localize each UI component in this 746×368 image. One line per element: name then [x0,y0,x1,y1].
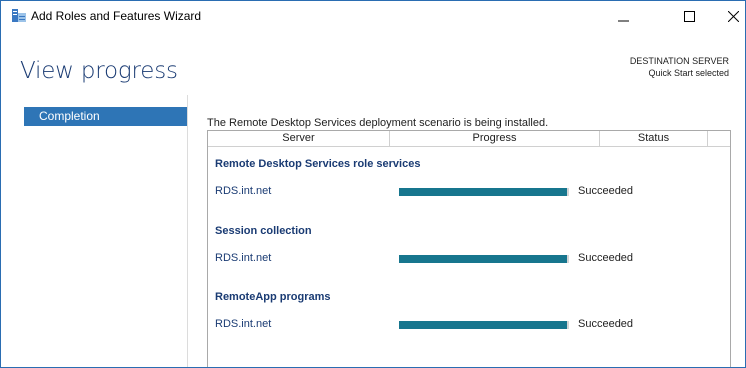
group-title: RemoteApp programs [215,291,331,303]
wizard-header: View progress DESTINATION SERVER Quick S… [1,31,745,95]
title-bar: Add Roles and Features Wizard [1,1,745,31]
progress-fill [399,321,567,329]
row-status: Succeeded [578,252,634,264]
close-button[interactable] [711,1,745,31]
row-server: RDS.int.net [215,318,272,330]
column-header-status[interactable]: Status [600,131,708,147]
destination-label: DESTINATION SERVER [629,56,729,66]
destination-value: Quick Start selected [648,68,729,78]
main-content: The Remote Desktop Services deployment s… [207,95,731,367]
progress-bar [399,255,569,263]
wizard-window: Add Roles and Features Wizard View progr… [0,0,746,368]
close-icon [727,10,739,22]
sidebar-item-completion[interactable]: Completion [24,107,187,126]
row-server: RDS.int.net [215,252,272,264]
progress-table: Server Progress Status Remote Desktop Se… [207,130,731,367]
column-header-server[interactable]: Server [208,131,390,147]
row-status: Succeeded [578,185,634,197]
progress-fill [399,255,567,263]
row-status: Succeeded [578,318,634,330]
status-message: The Remote Desktop Services deployment s… [207,117,549,129]
maximize-icon [683,10,695,22]
wizard-sidebar: Completion [1,95,188,367]
minimize-icon [617,20,629,21]
group-title: Remote Desktop Services role services [215,158,421,170]
group-title: Session collection [215,225,312,237]
column-header-progress[interactable]: Progress [390,131,600,147]
window-title: Add Roles and Features Wizard [31,9,202,23]
table-header: Server Progress Status [208,131,730,147]
progress-fill [399,188,567,196]
progress-bar [399,188,569,196]
maximize-button[interactable] [667,1,711,31]
page-title: View progress [20,58,178,84]
minimize-button[interactable] [601,1,645,31]
server-manager-icon [12,9,26,22]
progress-bar [399,321,569,329]
destination-server: DESTINATION SERVER Quick Start selected [630,55,729,79]
row-server: RDS.int.net [215,185,272,197]
